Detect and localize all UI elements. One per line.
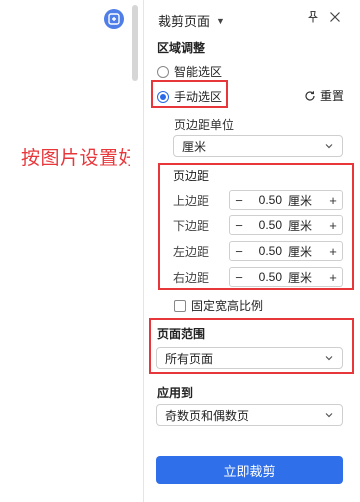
decrement-button[interactable]: −	[230, 193, 248, 208]
scrollbar-thumb[interactable]	[132, 5, 138, 81]
fixed-ratio-label: 固定宽高比例	[191, 299, 264, 313]
decrement-button[interactable]: −	[230, 244, 248, 259]
top-margin-unit: 厘米	[288, 193, 313, 208]
margin-section-title: 页边距	[173, 169, 210, 183]
fixed-ratio-checkbox[interactable]	[174, 299, 186, 312]
bottom-margin-row: 下边距 − 0.50 厘米 +	[173, 215, 343, 235]
crop-page-panel: 裁剪页面 ▼ 区域调整 智能选区 手动选区 重置 页边距单位 厘米 页边距 上边…	[143, 0, 360, 502]
top-margin-stepper[interactable]: − 0.50 厘米 +	[229, 190, 343, 210]
close-icon[interactable]	[328, 10, 342, 24]
increment-button[interactable]: +	[324, 193, 342, 208]
apply-to-select[interactable]: 奇数页和偶数页	[156, 404, 343, 426]
right-margin-row: 右边距 − 0.50 厘米 +	[173, 267, 343, 287]
apply-to-title: 应用到	[157, 386, 194, 400]
reset-button[interactable]: 重置	[304, 87, 344, 104]
right-margin-value[interactable]: 0.50	[248, 270, 286, 284]
left-margin-stepper[interactable]: − 0.50 厘米 +	[229, 241, 343, 261]
left-margin-value[interactable]: 0.50	[248, 244, 286, 258]
reset-label: 重置	[320, 89, 345, 103]
increment-button[interactable]: +	[324, 244, 342, 259]
smart-select-option[interactable]: 智能选区	[157, 63, 222, 80]
manual-select-radio[interactable]	[157, 90, 169, 103]
top-margin-row: 上边距 − 0.50 厘米 +	[173, 190, 343, 210]
right-margin-unit: 厘米	[288, 270, 313, 285]
reset-icon	[305, 90, 315, 101]
bottom-margin-stepper[interactable]: − 0.50 厘米 +	[229, 215, 343, 235]
document-area: 按图片设置好	[0, 0, 142, 502]
right-margin-label: 右边距	[173, 270, 210, 285]
app-icon[interactable]	[104, 9, 124, 29]
annotation-text: 按图片设置好	[21, 148, 139, 169]
bottom-margin-label: 下边距	[173, 218, 210, 233]
chevron-down-icon	[325, 144, 333, 149]
smart-select-label: 智能选区	[174, 65, 223, 79]
right-margin-stepper[interactable]: − 0.50 厘米 +	[229, 267, 343, 287]
left-margin-unit: 厘米	[288, 244, 313, 259]
panel-title: 裁剪页面	[158, 14, 211, 29]
top-margin-label: 上边距	[173, 193, 210, 208]
margin-unit-select[interactable]: 厘米	[173, 135, 343, 157]
chevron-down-icon	[325, 413, 333, 418]
chevron-down-icon	[325, 356, 333, 361]
manual-select-label: 手动选区	[174, 90, 223, 104]
decrement-button[interactable]: −	[230, 270, 248, 285]
bottom-margin-value[interactable]: 0.50	[248, 218, 286, 232]
fixed-ratio-option[interactable]: 固定宽高比例	[174, 297, 263, 314]
margin-unit-value: 厘米	[182, 139, 207, 154]
smart-select-radio[interactable]	[157, 65, 169, 78]
pin-icon[interactable]	[306, 10, 320, 24]
top-margin-value[interactable]: 0.50	[248, 193, 286, 207]
decrement-button[interactable]: −	[230, 218, 248, 233]
page-range-value: 所有页面	[165, 351, 214, 366]
bottom-margin-unit: 厘米	[288, 218, 313, 233]
increment-button[interactable]: +	[324, 218, 342, 233]
region-section-title: 区域调整	[157, 41, 206, 55]
left-margin-row: 左边距 − 0.50 厘米 +	[173, 241, 343, 261]
page-range-select[interactable]: 所有页面	[156, 347, 343, 369]
left-margin-label: 左边距	[173, 244, 210, 259]
caret-down-icon: ▼	[216, 15, 225, 26]
apply-to-value: 奇数页和偶数页	[165, 408, 250, 423]
page-range-title: 页面范围	[157, 327, 206, 341]
manual-select-option[interactable]: 手动选区	[157, 88, 222, 105]
app-glyph-icon	[108, 13, 120, 25]
margin-unit-label: 页边距单位	[174, 118, 235, 132]
crop-now-button[interactable]: 立即裁剪	[156, 456, 343, 484]
increment-button[interactable]: +	[324, 270, 342, 285]
panel-title-dropdown[interactable]: 裁剪页面 ▼	[158, 11, 225, 30]
